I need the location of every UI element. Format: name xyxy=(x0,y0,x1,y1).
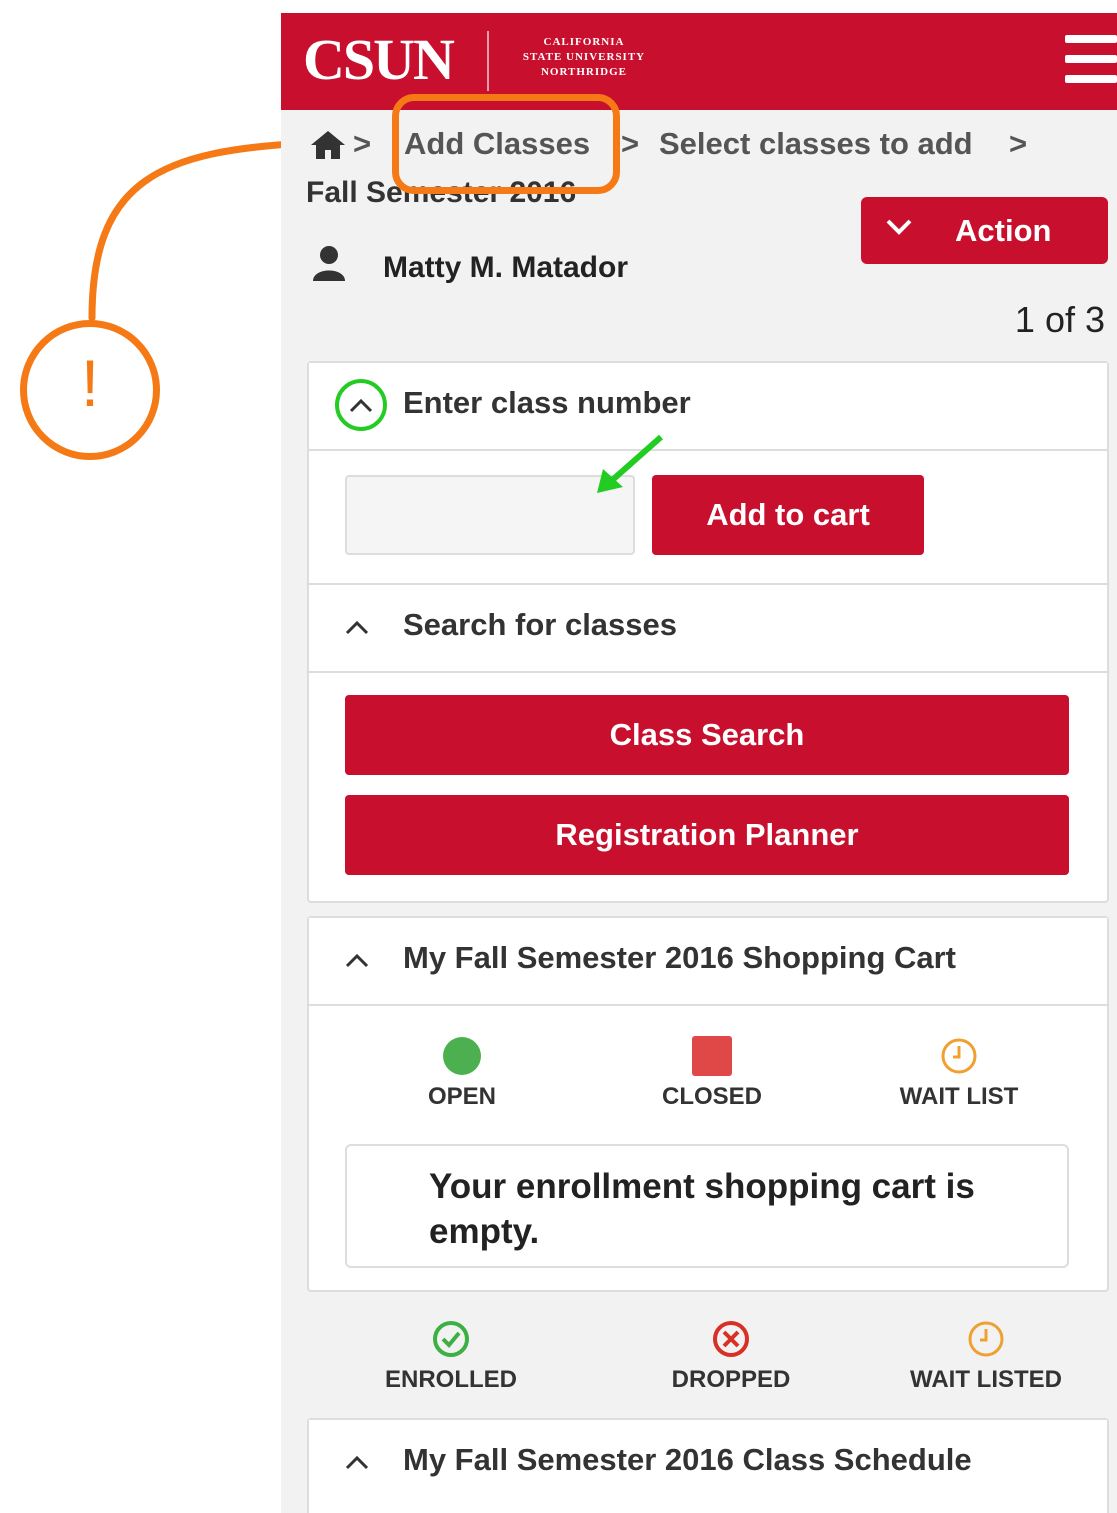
legend-wait-list-label: WAIT LIST xyxy=(899,1083,1019,1110)
home-icon[interactable] xyxy=(311,131,345,159)
legend-enrolled-label: ENROLLED xyxy=(385,1366,517,1393)
legend-closed: CLOSED xyxy=(632,1036,792,1111)
logo-line-2: STATE UNIVERSITY xyxy=(522,51,646,63)
user-name: Matty M. Matador xyxy=(383,251,629,284)
action-button[interactable]: Action xyxy=(861,197,1108,264)
add-classes-panel: Enter class number Add to cart Search fo… xyxy=(307,361,1109,903)
alert-annotation: ! xyxy=(20,320,160,460)
logo-line-3: NORTHRIDGE xyxy=(540,66,627,78)
legend-wait-listed-label: WAIT LISTED xyxy=(910,1366,1062,1393)
collapse-caret-icon[interactable] xyxy=(333,377,389,433)
add-to-cart-button[interactable]: Add to cart xyxy=(652,475,924,555)
cart-header[interactable]: My Fall Semester 2016 Shopping Cart xyxy=(309,918,1107,1006)
closed-square-icon xyxy=(692,1036,732,1076)
action-label: Action xyxy=(955,213,1052,248)
logo-line-1: CALIFORNIA xyxy=(543,36,625,48)
breadcrumb-separator-icon: > xyxy=(1009,126,1028,161)
hamburger-menu-icon[interactable] xyxy=(1065,35,1117,87)
legend-dropped-label: DROPPED xyxy=(671,1366,791,1393)
legend-dropped: DROPPED xyxy=(656,1319,806,1394)
collapse-caret-icon[interactable] xyxy=(343,950,371,970)
clock-icon xyxy=(941,1038,977,1074)
page-counter: 1 of 3 xyxy=(1014,299,1105,340)
empty-cart-box: Your enrollment shopping cart is empty. xyxy=(345,1144,1069,1268)
enter-class-header[interactable]: Enter class number xyxy=(309,363,1107,451)
csun-logo[interactable]: CSUN xyxy=(303,27,455,93)
breadcrumb-separator-icon: > xyxy=(353,126,372,161)
search-title: Search for classes xyxy=(403,607,678,642)
open-circle-icon xyxy=(443,1037,481,1075)
legend-closed-label: CLOSED xyxy=(661,1083,762,1110)
legend-enrolled: ENROLLED xyxy=(376,1319,526,1394)
cart-title: My Fall Semester 2016 Shopping Cart xyxy=(403,940,957,975)
legend-open: OPEN xyxy=(387,1036,537,1111)
breadcrumb-select-classes[interactable]: Select classes to add xyxy=(659,126,973,162)
chevron-down-icon xyxy=(886,219,912,235)
class-search-button[interactable]: Class Search xyxy=(345,695,1069,775)
user-icon xyxy=(313,246,345,281)
class-schedule-panel: My Fall Semester 2016 Class Schedule xyxy=(307,1418,1109,1513)
clock-icon xyxy=(968,1321,1004,1357)
collapse-caret-icon[interactable] xyxy=(343,1452,371,1472)
check-circle-icon xyxy=(433,1321,469,1357)
legend-wait-list: WAIT LIST xyxy=(879,1036,1039,1111)
schedule-title: My Fall Semester 2016 Class Schedule xyxy=(403,1442,972,1477)
logo-subtitle: CALIFORNIA STATE UNIVERSITY NORTHRIDGE xyxy=(499,35,669,80)
shopping-cart-panel: My Fall Semester 2016 Shopping Cart OPEN… xyxy=(307,916,1109,1292)
legend-open-label: OPEN xyxy=(427,1083,496,1110)
schedule-header[interactable]: My Fall Semester 2016 Class Schedule xyxy=(309,1420,1107,1506)
alert-mark: ! xyxy=(80,346,100,420)
legend-wait-listed: WAIT LISTED xyxy=(896,1319,1076,1394)
logo-divider xyxy=(487,31,489,91)
breadcrumb-separator-icon: > xyxy=(621,126,640,161)
collapse-caret-icon[interactable] xyxy=(343,617,371,637)
enter-class-title: Enter class number xyxy=(403,385,691,420)
empty-cart-message: Your enrollment shopping cart is empty. xyxy=(429,1167,975,1251)
registration-planner-button[interactable]: Registration Planner xyxy=(345,795,1069,875)
search-header[interactable]: Search for classes xyxy=(309,583,1107,673)
x-circle-icon xyxy=(713,1321,749,1357)
mobile-screen: CSUN CALIFORNIA STATE UNIVERSITY NORTHRI… xyxy=(281,13,1117,1513)
highlight-annotation xyxy=(392,94,620,194)
